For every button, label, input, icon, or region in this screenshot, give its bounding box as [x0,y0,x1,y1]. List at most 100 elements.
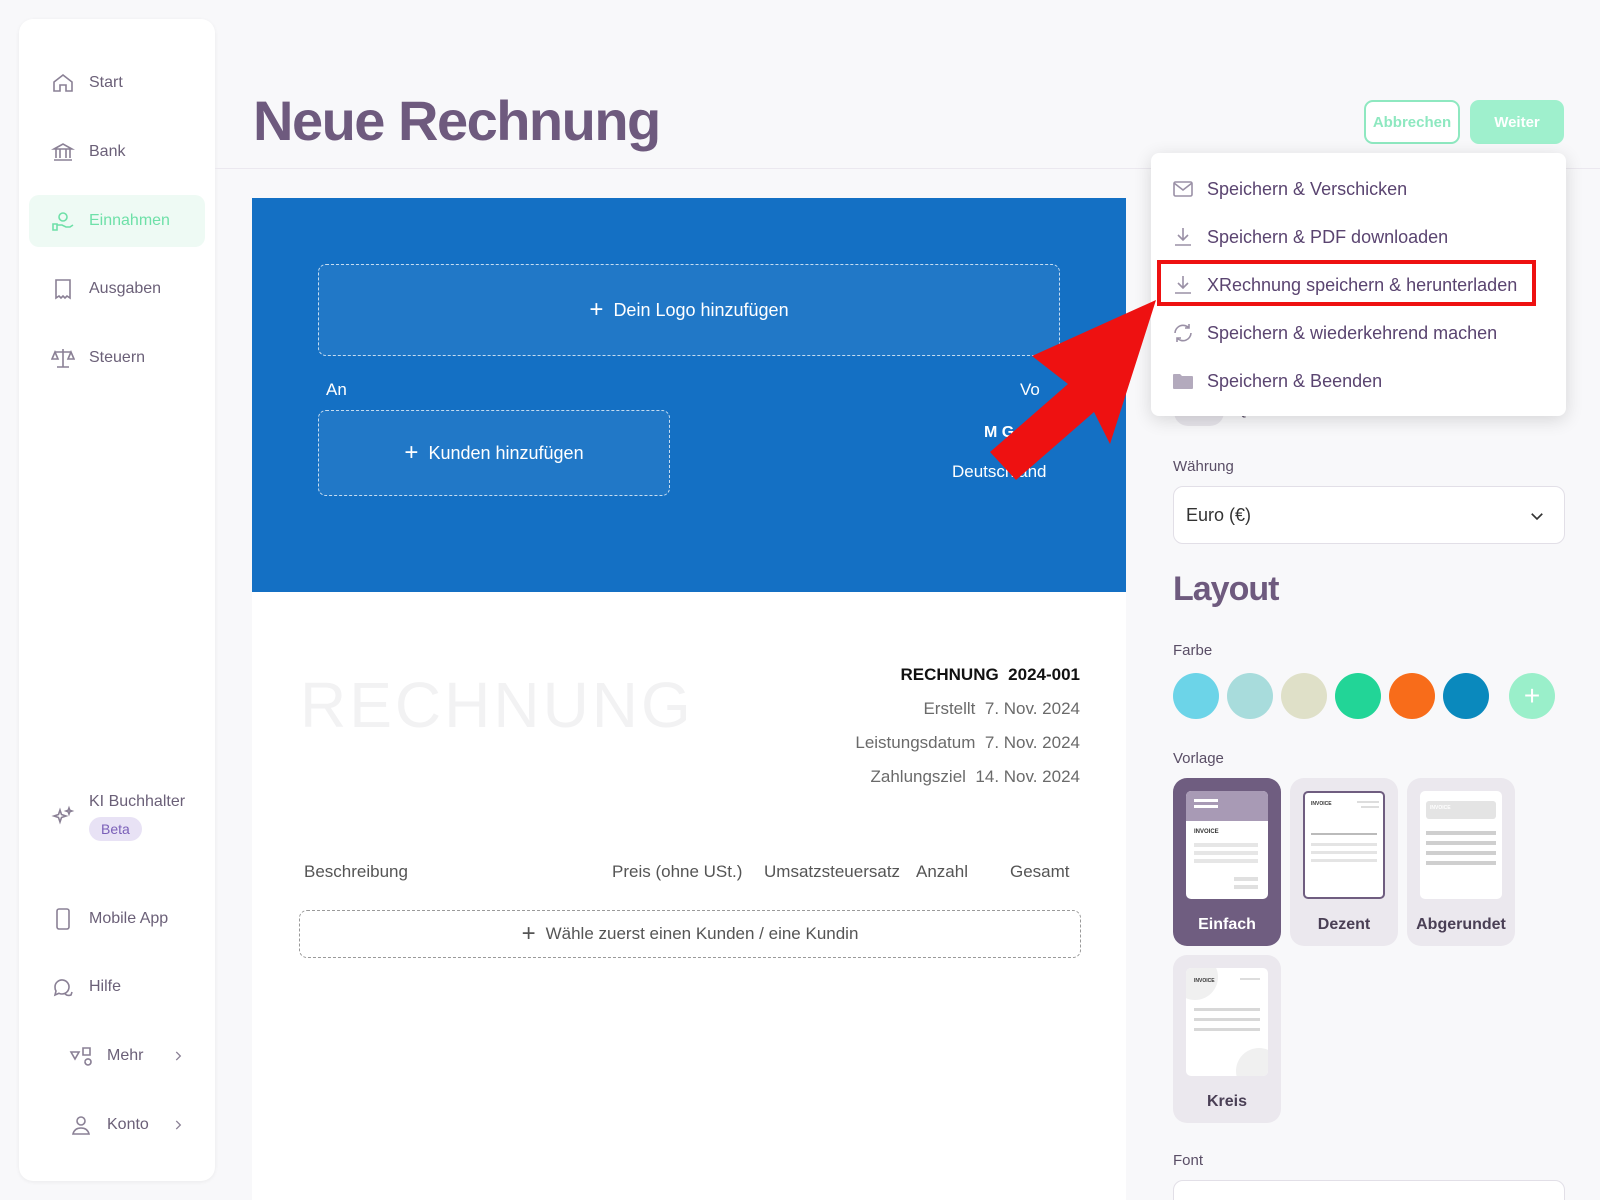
ki-buchhalter-label: KI Buchhalter [89,793,186,810]
column-header-price: Preis (ohne USt.) [612,862,743,881]
next-button[interactable]: Weiter [1470,100,1564,144]
menu-item-save-xrechnung[interactable]: XRechnung speichern & herunterladen [1171,267,1517,303]
invoice-number[interactable]: 2024-001 [1008,665,1080,684]
sidebar-item-mobile-app[interactable]: Mobile App [29,893,205,945]
mail-icon [1173,181,1193,197]
template-dezent[interactable]: INVOICE Dezent [1290,778,1398,946]
currency-select[interactable]: Euro (€) [1173,486,1565,544]
sidebar-item-label: Start [89,74,123,91]
receipt-icon [55,279,71,300]
template-thumbnail: INVOICE [1303,791,1385,899]
sidebar-item-label: Bank [89,143,126,160]
due-date[interactable]: 14. Nov. 2024 [975,767,1080,786]
add-logo-button[interactable]: + Dein Logo hinzufügen [318,264,1060,356]
color-swatch-blue[interactable] [1443,673,1489,719]
template-thumbnail: INVOICE [1186,968,1268,1076]
invoice-header: + Dein Logo hinzufügen An Vo + Kunden hi… [252,198,1126,592]
sidebar-item-label: Einnahmen [89,212,170,229]
beta-badge: Beta [89,817,142,841]
template-kreis[interactable]: INVOICE Kreis [1173,955,1281,1123]
menu-item-save-recurring[interactable]: Speichern & wiederkehrend machen [1171,315,1497,351]
phone-icon [56,908,70,930]
menu-item-save-close[interactable]: Speichern & Beenden [1171,363,1382,399]
income-icon [52,212,74,231]
sender-label: Vo [1020,380,1040,399]
sidebar-item-steuern[interactable]: Steuern [29,332,205,384]
thumb-invoice-text: INVOICE [1194,978,1215,984]
font-label: Font [1173,1152,1204,1169]
chevron-down-icon [1531,513,1543,521]
add-line-item-button[interactable]: + Wähle zuerst einen Kunden / eine Kundi… [299,910,1081,958]
invoice-watermark: RECHNUNG [300,669,694,741]
sidebar-item-bank[interactable]: Bank [29,126,205,178]
add-line-item-label: Wähle zuerst einen Kunden / eine Kundin [545,924,859,943]
menu-item-save-send[interactable]: Speichern & Verschicken [1171,171,1407,207]
sidebar-item-ausgaben[interactable]: Ausgaben [29,263,205,315]
template-name: Einfach [1198,916,1256,933]
service-date-label: Leistungsdatum [855,733,976,752]
menu-item-label: Speichern & PDF downloaden [1207,226,1449,247]
sidebar-item-label: Steuern [89,349,146,366]
sender-name: M G [984,424,1015,441]
menu-item-save-pdf[interactable]: Speichern & PDF downloaden [1171,219,1448,255]
created-date[interactable]: 7. Nov. 2024 [985,699,1080,718]
user-icon [71,1116,91,1135]
color-swatch-light-blue[interactable] [1173,673,1219,719]
chevron-right-icon [175,1120,182,1130]
sidebar-item-label: Konto [107,1116,149,1133]
chevron-right-icon [175,1051,182,1061]
menu-item-label: Speichern & Beenden [1207,370,1383,391]
sidebar-item-konto[interactable]: Konto [29,1099,205,1151]
layout-heading: Layout [1173,570,1279,608]
template-name: Dezent [1317,916,1371,933]
color-swatch-beige[interactable] [1281,673,1327,719]
service-date[interactable]: 7. Nov. 2024 [985,733,1080,752]
template-thumbnail: INVOICE [1186,791,1268,899]
sidebar-item-label: Mehr [107,1047,144,1064]
template-einfach[interactable]: INVOICE Einfach [1173,778,1281,946]
bank-icon [51,143,75,161]
currency-value: Euro (€) [1186,504,1252,525]
add-customer-button[interactable]: + Kunden hinzufügen [318,410,670,496]
sidebar-item-einnahmen[interactable]: Einnahmen [29,195,205,247]
download-icon [1175,228,1191,246]
column-header-quantity: Anzahl [916,862,968,881]
thumb-invoice-text: INVOICE [1430,805,1451,811]
column-header-total: Gesamt [1010,862,1070,881]
sidebar-item-hilfe[interactable]: Hilfe [29,961,205,1013]
column-header-description: Beschreibung [304,862,408,881]
currency-label: Währung [1173,458,1234,475]
sparkle-icon [51,805,75,825]
repeat-icon [1174,324,1192,342]
plus-icon: + [404,439,419,466]
color-swatch-orange[interactable] [1389,673,1435,719]
sidebar-item-start[interactable]: Start [29,57,205,109]
font-select[interactable] [1173,1180,1565,1200]
cancel-button[interactable]: Abbrechen [1364,100,1460,144]
sidebar-item-mehr[interactable]: Mehr [29,1030,205,1082]
sidebar-item-label: Mobile App [89,910,169,927]
template-name: Abgerundet [1416,916,1506,933]
invoice-title-label: RECHNUNG [900,665,999,684]
due-date-label: Zahlungsziel [870,767,966,786]
sidebar: Start Bank Einnahmen Ausgaben Steuern KI… [19,19,215,1181]
shapes-icon [69,1047,92,1066]
add-customer-label: Kunden hinzufügen [428,442,584,463]
add-color-button[interactable]: + [1509,673,1555,719]
sidebar-item-ki-buchhalter[interactable]: KI Buchhalter Beta [29,789,205,853]
template-thumbnail: INVOICE [1420,791,1502,899]
invoice-meta: RECHNUNG 2024-001 Erstellt 7. Nov. 2024 … [855,658,1080,794]
plus-icon: + [521,920,536,947]
plus-icon: + [1523,680,1541,711]
invoice-preview: + Dein Logo hinzufügen An Vo + Kunden hi… [252,198,1126,1200]
template-label: Vorlage [1173,750,1224,767]
color-label: Farbe [1173,642,1213,659]
save-options-menu: Speichern & Verschicken Speichern & PDF … [1151,153,1566,416]
template-abgerundet[interactable]: INVOICE Abgerundet [1407,778,1515,946]
color-swatch-teal-gray[interactable] [1227,673,1273,719]
add-logo-label: Dein Logo hinzufügen [613,299,789,320]
chat-icon [53,979,73,997]
menu-item-label: XRechnung speichern & herunterladen [1207,274,1518,295]
color-swatch-green[interactable] [1335,673,1381,719]
sidebar-item-label: Ausgaben [89,280,162,297]
